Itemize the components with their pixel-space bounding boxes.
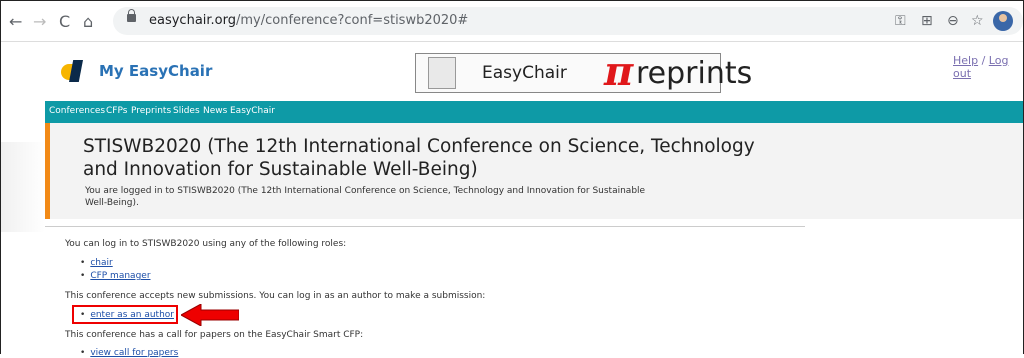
zoom-icon[interactable]: ⊖ bbox=[947, 13, 959, 29]
banner-text: EasyChair bbox=[482, 63, 567, 83]
roles-intro: You can log in to STISWB2020 using any o… bbox=[65, 239, 347, 249]
cfp-intro: This conference has a call for papers on… bbox=[65, 330, 364, 340]
title-area: STISWB2020 (The 12th International Confe… bbox=[45, 123, 1023, 219]
nav-item-news[interactable]: News bbox=[203, 106, 227, 116]
pi-icon: π bbox=[604, 48, 634, 95]
lock-icon bbox=[127, 9, 136, 22]
list-item: • chair bbox=[80, 258, 113, 268]
role-cfp-manager-link[interactable]: CFP manager bbox=[90, 271, 150, 281]
role-chair-link[interactable]: chair bbox=[90, 258, 112, 268]
nav-item-conferences[interactable]: Conferences bbox=[49, 106, 105, 116]
red-arrow-icon bbox=[181, 304, 239, 326]
url-text: easychair.org/my/conference?conf=stiswb2… bbox=[149, 13, 469, 28]
view-cfp-link[interactable]: view call for papers bbox=[90, 348, 178, 358]
reload-icon[interactable]: C bbox=[59, 12, 70, 31]
help-links: Help / Log out bbox=[953, 54, 1009, 80]
home-icon[interactable]: ⌂ bbox=[83, 12, 93, 31]
main-nav: Conferences CFPs Preprints Slides News E… bbox=[45, 101, 1023, 123]
decorative-background bbox=[1, 142, 45, 232]
banner-suffix: reprints bbox=[636, 56, 753, 91]
nav-item-cfps[interactable]: CFPs bbox=[106, 106, 127, 116]
nav-item-easychair[interactable]: EasyChair bbox=[230, 106, 275, 116]
list-item: • CFP manager bbox=[80, 271, 151, 281]
brand-title[interactable]: My EasyChair bbox=[99, 62, 212, 80]
preprints-banner[interactable]: EasyChair π reprints bbox=[415, 48, 752, 95]
address-bar[interactable]: easychair.org/my/conference?conf=stiswb2… bbox=[113, 7, 1023, 35]
key-icon[interactable]: ⚿ bbox=[895, 13, 906, 29]
translate-icon[interactable]: ⊞ bbox=[921, 13, 933, 29]
back-icon[interactable]: ← bbox=[9, 12, 22, 31]
page: My EasyChair EasyChair π reprints Help /… bbox=[1, 42, 1023, 358]
divider bbox=[45, 226, 805, 227]
site-header: My EasyChair EasyChair π reprints Help /… bbox=[1, 42, 1023, 96]
document-icon bbox=[428, 57, 456, 89]
list-item: • view call for papers bbox=[80, 348, 179, 358]
author-intro: This conference accepts new submissions.… bbox=[65, 291, 486, 301]
nav-item-slides[interactable]: Slides bbox=[173, 106, 200, 116]
star-icon[interactable]: ☆ bbox=[971, 13, 984, 29]
profile-avatar[interactable] bbox=[993, 11, 1013, 31]
highlight-box bbox=[72, 305, 178, 324]
page-subtitle: You are logged in to STISWB2020 (The 12t… bbox=[85, 186, 646, 208]
browser-toolbar: ← → C ⌂ easychair.org/my/conference?conf… bbox=[1, 1, 1023, 42]
help-link[interactable]: Help bbox=[953, 54, 978, 67]
forward-icon[interactable]: → bbox=[33, 12, 46, 31]
nav-item-preprints[interactable]: Preprints bbox=[131, 106, 171, 116]
page-title: STISWB2020 (The 12th International Confe… bbox=[83, 136, 755, 180]
easychair-logo-icon[interactable] bbox=[61, 60, 83, 82]
